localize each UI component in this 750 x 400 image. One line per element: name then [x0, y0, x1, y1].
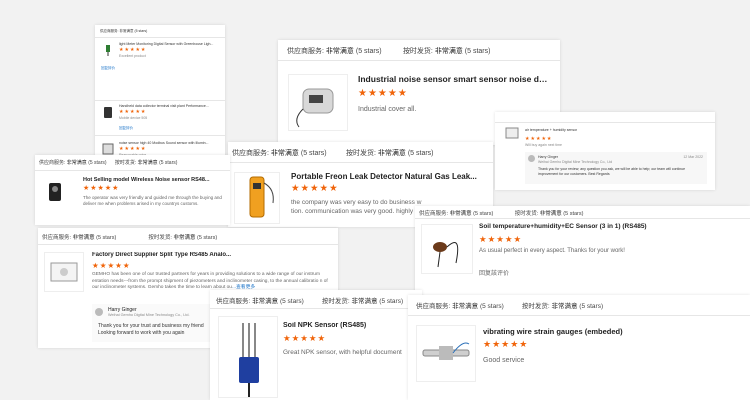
product-title[interactable]: light Meter Monitoring Digital Sensor wi…	[119, 42, 219, 46]
review-card-product-list: 供应商服务: 非常满意 (5 stars) light Meter Monito…	[95, 25, 225, 160]
rating-stars: ★★★★★	[479, 234, 523, 244]
product-thumbnail[interactable]	[41, 177, 69, 207]
rating-stars: ★★★★★	[291, 183, 339, 194]
rating-stars: ★★★★★	[483, 339, 529, 349]
rating-stars: ★★★★★	[119, 47, 147, 53]
review-text: GEMHO has been one of our trusted partne…	[92, 272, 328, 290]
review-card-npk: 供应商服务: 非常满意 (5 stars) 按时发货: 非常满意 (5 star…	[210, 290, 422, 400]
review-text: Industrial cover all.	[358, 106, 417, 113]
avatar	[95, 308, 103, 316]
reply-text: Thank you for your review; any question …	[538, 167, 686, 176]
product-title[interactable]: Soil temperature+humidity+EC Sensor (3 i…	[479, 223, 739, 230]
review-text: Mobile device 505	[119, 116, 148, 120]
reply-link[interactable]: 回复評价	[119, 126, 133, 131]
reply-company: Weihai Gemho Digital Mine Technology Co.…	[538, 160, 613, 164]
reply-text: Thank you for your trust and business my…	[98, 323, 204, 336]
supplier-meta-row: 供应商服务: 非常满意 (5 stars) 按时发货: 非常满意 (5 star…	[416, 303, 604, 310]
rating-stars: ★★★★★	[283, 333, 327, 343]
rating-stars: ★★★★★	[358, 88, 408, 99]
product-thumbnail[interactable]	[421, 224, 473, 274]
product-thumbnail[interactable]	[101, 105, 115, 119]
product-title[interactable]: noise sensor high 40 Modbus Sound sensor…	[119, 141, 219, 145]
review-text: Excellent product	[119, 54, 146, 58]
seller-reply: Harry Ginger Weihai Gemho Digital Mine T…	[525, 152, 707, 184]
product-thumbnail[interactable]	[234, 172, 280, 224]
review-card-temp-humidity: air temperature + humidity sensor ★★★★★ …	[495, 112, 715, 190]
product-title[interactable]: vibrating wire strain gauges (embeded)	[483, 327, 623, 336]
rating-stars: ★★★★★	[525, 136, 553, 142]
product-thumbnail[interactable]	[416, 325, 476, 382]
product-title[interactable]: Handheld data collector terminal visit p…	[119, 104, 219, 108]
review-text: As usual perfect in every aspect. Thanks…	[479, 248, 625, 254]
supplier-service-meta: 供应商服务: 非常满意 (5 stars)	[100, 29, 148, 33]
rating-stars: ★★★★★	[119, 109, 147, 115]
reply-author: Harry Ginger	[538, 155, 559, 159]
product-title[interactable]: Industrial noise sensor smart sensor noi…	[358, 74, 548, 84]
product-thumbnail[interactable]	[218, 316, 278, 398]
product-thumbnail[interactable]	[101, 142, 115, 156]
supplier-meta-row: 供应商服务: 非常满意 (5 stars) 按时发货: 非常满意 (5 star…	[216, 298, 404, 305]
review-text: Good service	[483, 357, 525, 364]
review-text: Great NPK sensor, with helpful document	[283, 349, 402, 356]
review-text-line: tion. communication was very good. highl…	[291, 208, 418, 215]
product-thumbnail[interactable]	[288, 74, 348, 131]
rating-stars: ★★★★★	[119, 146, 147, 152]
product-title[interactable]: air temperature + humidity sensor	[525, 128, 577, 132]
avatar	[528, 155, 535, 162]
reply-link[interactable]: 回复該评价	[479, 268, 509, 277]
product-thumbnail[interactable]	[503, 126, 521, 140]
product-title[interactable]: Factory Direct Supplier Split Type RS485…	[92, 252, 332, 258]
review-card-strain-gauge: 供应商服务: 非常满意 (5 stars) 按时发货: 非常满意 (5 star…	[408, 295, 750, 400]
review-text: Will buy again next time	[525, 143, 562, 147]
rating-stars: ★★★★★	[92, 261, 131, 270]
product-thumbnail[interactable]	[101, 42, 115, 56]
reply-link[interactable]: 回复評价	[101, 66, 115, 71]
review-card-wireless-noise: 供应商服务: 非常满意 (5 stars) 按时发货: 非常满意 (5 star…	[35, 155, 230, 225]
supplier-meta-row: 供应商服务: 非常满意 (5 stars) 按时发货: 非常满意 (5 star…	[42, 235, 218, 241]
supplier-meta-row: 供应商服务: 非常满意 (5 stars) 按时发货: 非常满意 (5 star…	[232, 150, 434, 157]
product-title[interactable]: Soil NPK Sensor (RS485)	[283, 322, 366, 329]
supplier-meta-row: 供应商服务: 非常满意 (5 stars) 按时发货: 非常满意 (5 star…	[39, 160, 178, 166]
product-thumbnail[interactable]	[44, 252, 84, 292]
review-card-soil-ec: 供应商服务: 非常满意 (5 stars) 按时发货: 非常满意 (5 star…	[415, 206, 750, 296]
supplier-meta-row: 供应商服务: 非常满意 (5 stars) 按时发货: 非常满意 (5 star…	[287, 48, 491, 55]
review-text-line: the company was very easy to do business…	[291, 199, 422, 206]
reply-date: 12 Mar 2022	[683, 155, 703, 159]
product-title[interactable]: Hot Selling model Wireless Noise sensor …	[83, 177, 223, 183]
product-title[interactable]: Portable Freon Leak Detector Natural Gas…	[291, 172, 486, 181]
rating-stars: ★★★★★	[83, 185, 120, 192]
review-text: The operator was very friendly and guide…	[83, 195, 222, 206]
supplier-meta-row: 供应商服务: 非常满意 (5 stars) 按时发货: 非常满意 (5 star…	[419, 211, 584, 217]
reply-company: Weihai Gemho Digital Mine Technology Co.…	[108, 313, 190, 317]
